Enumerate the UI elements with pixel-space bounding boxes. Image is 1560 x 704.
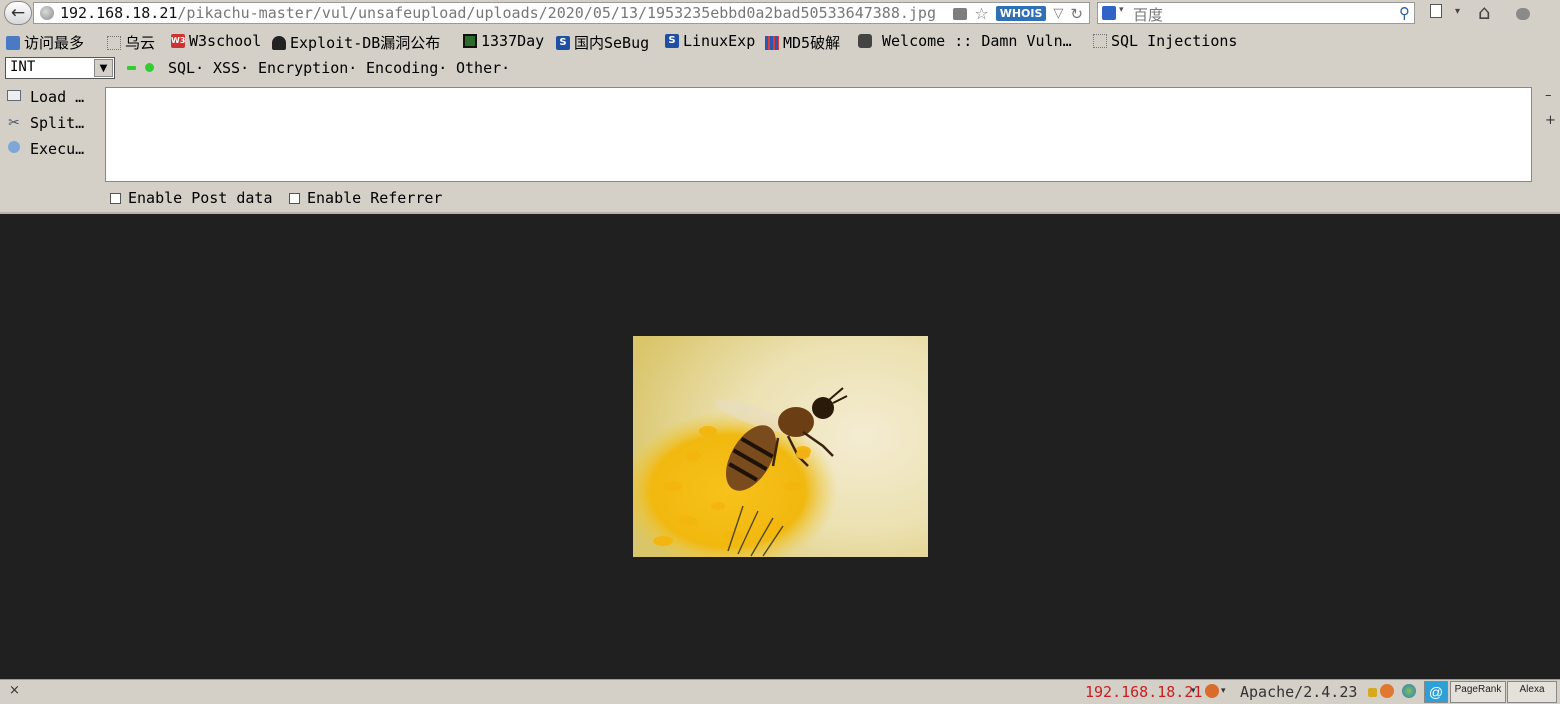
bookmarks-toolbar: 访问最多 乌云 W3 W3school Exploit-DB漏洞公布 1337D… bbox=[0, 29, 1560, 55]
home-icon[interactable]: ⌂ bbox=[1478, 0, 1491, 24]
page-actions-icon[interactable] bbox=[1430, 3, 1442, 22]
linuxexp-icon: S bbox=[665, 34, 679, 48]
server-icon[interactable] bbox=[953, 7, 968, 20]
ip-dropdown-icon[interactable]: ▾ bbox=[1191, 686, 1196, 696]
menu-other[interactable]: Other· bbox=[456, 59, 510, 77]
addon-p-icon[interactable] bbox=[1368, 688, 1377, 697]
sebug-icon: S bbox=[556, 35, 570, 50]
history-dropdown-icon[interactable]: ▽ bbox=[1053, 6, 1063, 21]
chevron-down-icon[interactable]: ▼ bbox=[94, 59, 113, 77]
w3school-icon: W3 bbox=[171, 34, 185, 48]
toolbar-divider bbox=[0, 212, 1560, 214]
dvwa-icon bbox=[858, 34, 872, 48]
address-bar-icons: ☆ WHOIS ▽ ↻ bbox=[953, 4, 1083, 23]
server-software: Apache/2.4.23 bbox=[1240, 683, 1358, 701]
bookmark-sql-injections[interactable]: SQL Injections bbox=[1093, 32, 1237, 50]
bookmark-w3school[interactable]: W3 W3school bbox=[171, 32, 261, 50]
bookmark-wooyun[interactable]: 乌云 bbox=[107, 32, 155, 53]
zoom-in-button[interactable]: + bbox=[1545, 113, 1556, 128]
close-icon[interactable]: × bbox=[9, 683, 20, 698]
increase-icon[interactable] bbox=[145, 63, 154, 72]
bee-image[interactable] bbox=[633, 336, 928, 557]
blank-page-icon bbox=[107, 35, 121, 50]
hackbar-type-select[interactable]: INT ▼ bbox=[5, 57, 115, 79]
search-engine-icon[interactable] bbox=[1102, 6, 1116, 20]
execute-button[interactable]: Execu… bbox=[6, 140, 84, 158]
1337day-icon bbox=[463, 34, 477, 48]
menu-encoding[interactable]: Encoding· bbox=[366, 59, 447, 77]
server-ip[interactable]: 192.168.18.21 bbox=[1085, 683, 1202, 701]
reload-icon[interactable]: ↻ bbox=[1070, 5, 1083, 23]
bookmark-sebug[interactable]: S 国内SeBug bbox=[556, 32, 649, 53]
exploit-db-icon bbox=[272, 35, 286, 50]
toolbar-dropdown-icon[interactable]: ▾ bbox=[1455, 6, 1460, 17]
addon-globe-icon[interactable] bbox=[1402, 684, 1416, 698]
status-bar: × 192.168.18.21 ▾ ▾ Apache/2.4.23 @ Page… bbox=[0, 679, 1560, 704]
alexa-button[interactable]: Alexa bbox=[1507, 681, 1557, 703]
split-url-button[interactable]: ✂ Split… bbox=[6, 114, 84, 132]
load-url-button[interactable]: Load … bbox=[6, 88, 84, 106]
search-bar[interactable]: ▾ 百度 ⚲ bbox=[1097, 2, 1415, 24]
whois-button[interactable]: WHOIS bbox=[995, 6, 1047, 21]
bookmark-linuxexp[interactable]: S LinuxExp bbox=[665, 32, 755, 50]
checkbox-box[interactable] bbox=[289, 192, 300, 204]
most-visited-icon bbox=[6, 35, 20, 50]
split-url-icon: ✂ bbox=[8, 115, 20, 131]
bookmark-1337day[interactable]: 1337Day bbox=[463, 32, 544, 50]
checkbox-box[interactable] bbox=[110, 192, 121, 204]
browser-chrome: ← 192.168.18.21/pikachu-master/vul/unsaf… bbox=[0, 0, 1560, 214]
menu-xss[interactable]: XSS· bbox=[213, 59, 249, 77]
url-text[interactable]: 192.168.18.21/pikachu-master/vul/unsafeu… bbox=[60, 4, 936, 22]
bee-photo bbox=[633, 336, 928, 557]
decrease-icon[interactable] bbox=[127, 66, 136, 70]
enable-post-checkbox[interactable]: Enable Post data bbox=[110, 189, 273, 207]
search-input[interactable]: 百度 bbox=[1133, 4, 1163, 25]
address-bar[interactable]: 192.168.18.21/pikachu-master/vul/unsafeu… bbox=[33, 2, 1090, 24]
blank-page-icon bbox=[1093, 34, 1107, 48]
enable-referrer-checkbox[interactable]: Enable Referrer bbox=[289, 189, 442, 207]
menu-sql[interactable]: SQL· bbox=[168, 59, 204, 77]
at-button[interactable]: @ bbox=[1424, 681, 1448, 703]
menu-encryption[interactable]: Encryption· bbox=[258, 59, 357, 77]
bookmark-star-icon[interactable]: ☆ bbox=[974, 4, 988, 23]
pagerank-button[interactable]: PageRank bbox=[1450, 681, 1506, 703]
back-button[interactable]: ← bbox=[4, 1, 32, 25]
search-engine-dropdown-icon[interactable]: ▾ bbox=[1119, 5, 1124, 15]
fox-dropdown-icon[interactable]: ▾ bbox=[1221, 686, 1226, 696]
search-icon[interactable]: ⚲ bbox=[1399, 4, 1410, 22]
bookmark-exploit-db[interactable]: Exploit-DB漏洞公布 bbox=[272, 32, 440, 53]
hackbar-url-textarea[interactable] bbox=[105, 87, 1532, 182]
bookmark-dvwa[interactable]: Welcome :: Damn Vuln… bbox=[858, 32, 1072, 50]
bookmark-md5[interactable]: MD5破解 bbox=[765, 32, 840, 53]
extension-bug-icon[interactable] bbox=[1516, 5, 1530, 24]
hackbar-toolbar: INT ▼ SQL· XSS· Encryption· Encoding· Ot… bbox=[0, 56, 1560, 84]
navigation-toolbar: ← 192.168.18.21/pikachu-master/vul/unsaf… bbox=[0, 0, 1560, 26]
addon-cat-icon[interactable] bbox=[1380, 684, 1394, 698]
execute-icon bbox=[6, 141, 22, 157]
zoom-out-button[interactable]: – bbox=[1545, 88, 1552, 103]
site-identity-icon[interactable] bbox=[40, 6, 54, 20]
md5-grid-icon bbox=[765, 35, 779, 50]
load-url-icon bbox=[6, 89, 22, 105]
fox-icon[interactable] bbox=[1205, 684, 1219, 698]
bookmark-most-visited[interactable]: 访问最多 bbox=[6, 32, 84, 53]
